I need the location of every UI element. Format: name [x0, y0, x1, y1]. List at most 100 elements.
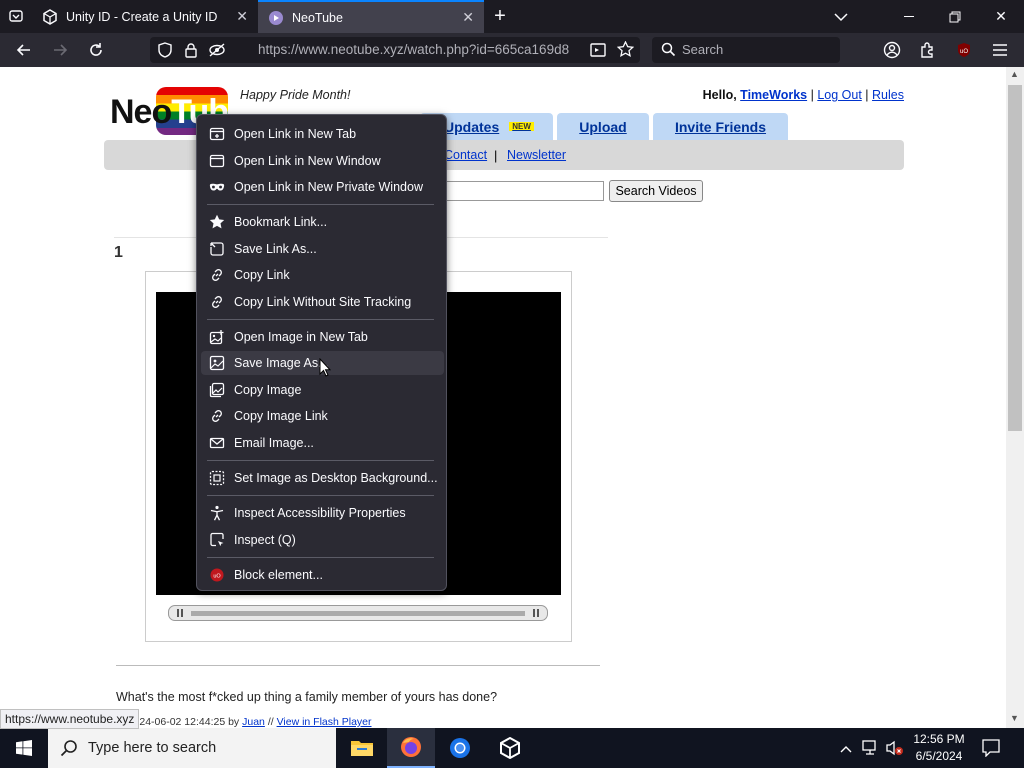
menu-separator — [207, 460, 434, 461]
ublock-button[interactable]: uO — [952, 38, 976, 62]
video-description: What's the most f*cked up thing a family… — [116, 690, 498, 704]
menu-item-inspect-accessibility[interactable]: Inspect Accessibility Properties — [201, 501, 444, 525]
menu-item-open-link-new-tab[interactable]: Open Link in New Tab — [201, 122, 444, 146]
scrollbar-thumb[interactable] — [1008, 85, 1022, 431]
close-window-button[interactable]: ✕ — [978, 0, 1024, 33]
reload-icon — [90, 43, 102, 56]
menu-item-open-link-private-window[interactable]: Open Link in New Private Window — [201, 175, 444, 199]
search-icon — [661, 42, 676, 60]
nav-tab-invite-friends[interactable]: Invite Friends — [653, 113, 788, 140]
menu-item-set-desktop-background[interactable]: Set Image as Desktop Background... — [201, 466, 444, 490]
scroll-up-icon[interactable]: ▲ — [1010, 69, 1019, 79]
taskbar-unity-hub[interactable] — [486, 728, 534, 768]
back-button[interactable] — [12, 38, 36, 62]
taskbar-firefox[interactable] — [387, 728, 435, 768]
menu-item-open-image-new-tab[interactable]: Open Image in New Tab — [201, 325, 444, 349]
scroll-down-icon[interactable]: ▼ — [1010, 713, 1019, 723]
rules-link[interactable]: Rules — [872, 88, 904, 102]
user-bar: Hello, TimeWorks | Log Out | Rules — [703, 88, 904, 102]
tracking-protection-icon[interactable] — [158, 42, 172, 61]
tab-list-icon — [9, 10, 23, 22]
lock-icon[interactable] — [184, 42, 198, 61]
menu-item-inspect[interactable]: Inspect (Q) — [201, 528, 444, 552]
tab-title: Unity ID - Create a Unity ID — [66, 9, 218, 24]
close-tab-icon[interactable]: ✕ — [462, 9, 474, 26]
seek-track[interactable] — [191, 611, 525, 616]
taskbar-clock[interactable]: 12:56 PM 6/5/2024 — [908, 731, 970, 765]
pause-icon[interactable] — [177, 609, 183, 617]
logout-link[interactable]: Log Out — [817, 88, 861, 102]
link-icon — [209, 294, 225, 310]
page-scrollbar[interactable]: ▲ ▼ — [1006, 67, 1024, 728]
svg-text:uO: uO — [213, 573, 221, 579]
newsletter-link[interactable]: Newsletter — [507, 148, 566, 162]
volume-muted-icon[interactable] — [886, 740, 904, 759]
nav-tab-upload[interactable]: Upload — [557, 113, 649, 140]
username-link[interactable]: TimeWorks — [740, 88, 807, 102]
web-page: NeoTube Happy Pride Month! Hello, TimeWo… — [0, 67, 1006, 728]
video-meta: d: 2024-06-02 12:44:25 by Juan // View i… — [116, 716, 372, 728]
desktop-background-icon — [209, 470, 225, 486]
search-icon — [60, 740, 77, 757]
restore-button[interactable] — [932, 0, 978, 33]
taskbar-search-box[interactable]: Type here to search — [48, 728, 336, 768]
menu-item-email-image[interactable]: Email Image... — [201, 431, 444, 455]
bookmark-star-icon[interactable] — [616, 40, 635, 61]
tab-overflow-button[interactable] — [818, 0, 864, 33]
permissions-icon[interactable] — [208, 42, 226, 61]
tab-bar: Unity ID - Create a Unity ID ✕ NeoTube ✕… — [0, 0, 1024, 33]
forward-button[interactable] — [48, 38, 72, 62]
close-icon: ✕ — [995, 8, 1007, 24]
contact-link[interactable]: Contact — [444, 148, 487, 162]
menu-item-copy-image[interactable]: Copy Image — [201, 378, 444, 402]
menu-item-save-link-as[interactable]: Save Link As... — [201, 237, 444, 261]
menu-item-copy-link[interactable]: Copy Link — [201, 263, 444, 287]
status-bar-url: https://www.neotube.xyz — [0, 709, 140, 729]
private-mask-icon — [209, 179, 225, 195]
neotube-icon — [269, 10, 283, 25]
tab-unity[interactable]: Unity ID - Create a Unity ID ✕ — [32, 0, 258, 33]
firefox-icon — [401, 737, 421, 757]
menu-separator — [207, 495, 434, 496]
taskbar-chrome[interactable] — [436, 728, 484, 768]
svg-text:uO: uO — [960, 49, 968, 55]
menu-item-bookmark-link[interactable]: Bookmark Link... — [201, 210, 444, 234]
chevron-down-icon — [834, 12, 848, 21]
menu-item-copy-image-link[interactable]: Copy Image Link — [201, 404, 444, 428]
menu-item-open-link-new-window[interactable]: Open Link in New Window — [201, 149, 444, 173]
author-link[interactable]: Juan — [242, 716, 265, 728]
new-window-icon — [209, 153, 225, 169]
image-new-tab-icon — [209, 329, 225, 345]
menu-item-copy-link-without-tracking[interactable]: Copy Link Without Site Tracking — [201, 290, 444, 314]
taskbar-file-explorer[interactable] — [338, 728, 386, 768]
network-icon[interactable] — [862, 740, 880, 759]
search-videos-button[interactable]: Search Videos — [609, 180, 703, 202]
windows-taskbar: Type here to search 12:56 PM 6/5/2024 — [0, 728, 1024, 768]
inspect-icon — [209, 532, 225, 548]
view-in-flash-link[interactable]: View in Flash Player — [277, 716, 372, 728]
notifications-icon[interactable] — [982, 739, 1000, 760]
tab-neotube[interactable]: NeoTube ✕ — [258, 0, 484, 33]
site-tagline: Happy Pride Month! — [240, 88, 351, 102]
video-seek-bar[interactable] — [168, 605, 548, 621]
reader-view-icon[interactable] — [590, 42, 606, 61]
tab-list-button[interactable] — [4, 4, 28, 28]
url-text[interactable]: https://www.neotube.xyz/watch.php?id=665… — [258, 42, 578, 57]
close-tab-icon[interactable]: ✕ — [236, 8, 248, 25]
minimize-button[interactable] — [886, 0, 932, 33]
separator: | — [810, 88, 814, 102]
start-button[interactable] — [0, 728, 48, 768]
menu-item-block-element[interactable]: uO Block element... — [201, 563, 444, 587]
address-bar[interactable]: https://www.neotube.xyz/watch.php?id=665… — [150, 37, 640, 63]
volume-icon[interactable] — [533, 609, 539, 617]
save-page-icon — [209, 241, 225, 257]
video-search-input[interactable] — [440, 181, 604, 201]
show-hidden-icons-chevron-icon[interactable] — [840, 741, 852, 756]
clock-time: 12:56 PM — [913, 732, 965, 746]
account-button[interactable] — [880, 38, 904, 62]
search-bar[interactable]: Search — [652, 37, 840, 63]
extensions-button[interactable] — [916, 38, 940, 62]
menu-button[interactable] — [988, 38, 1012, 62]
new-tab-button[interactable]: + — [488, 4, 512, 28]
reload-button[interactable] — [84, 38, 108, 62]
